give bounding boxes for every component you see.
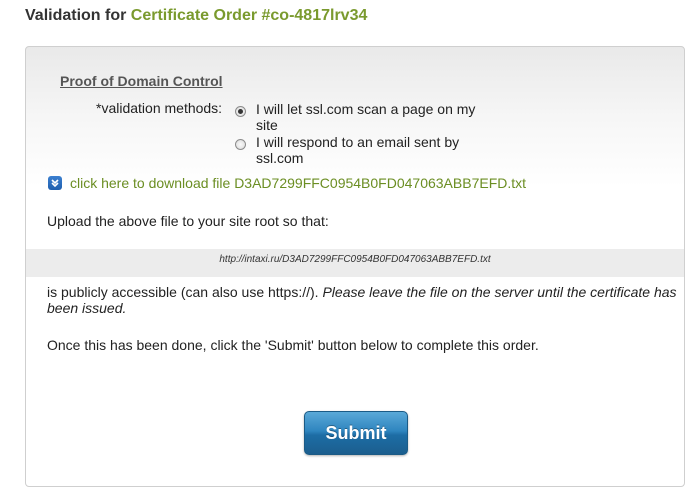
completion-instruction: Once this has been done, click the 'Subm…: [47, 337, 539, 353]
option-label-scan: I will let ssl.com scan a page on my sit…: [256, 101, 476, 133]
radio-scan[interactable]: [235, 106, 246, 117]
page-title-prefix: Validation for: [25, 7, 127, 24]
download-link[interactable]: click here to download file D3AD7299FFC0…: [48, 175, 526, 191]
validation-methods-label: *validation methods:: [96, 100, 223, 116]
download-link-text[interactable]: click here to download file D3AD7299FFC0…: [70, 175, 526, 191]
validation-panel: Proof of Domain Control *validation meth…: [25, 46, 685, 487]
option-label-email: I will respond to an email sent by ssl.c…: [256, 134, 460, 166]
validation-option-email[interactable]: I will respond to an email sent by ssl.c…: [235, 134, 495, 166]
accessible-text: is publicly accessible (can also use htt…: [47, 284, 319, 300]
accessible-note: is publicly accessible (can also use htt…: [47, 284, 677, 316]
upload-instruction: Upload the above file to your site root …: [47, 213, 329, 229]
page-title: Validation for Certificate Order #co-481…: [25, 7, 367, 25]
section-title: Proof of Domain Control: [60, 73, 223, 89]
certificate-order-link[interactable]: Certificate Order #co-4817lrv34: [131, 7, 368, 24]
chevron-down-icon: [48, 176, 62, 190]
submit-button[interactable]: Submit: [304, 411, 408, 455]
validation-option-scan[interactable]: I will let ssl.com scan a page on my sit…: [235, 101, 495, 133]
radio-email[interactable]: [235, 139, 246, 150]
file-url: http://intaxi.ru/D3AD7299FFC0954B0FD0470…: [26, 249, 684, 277]
